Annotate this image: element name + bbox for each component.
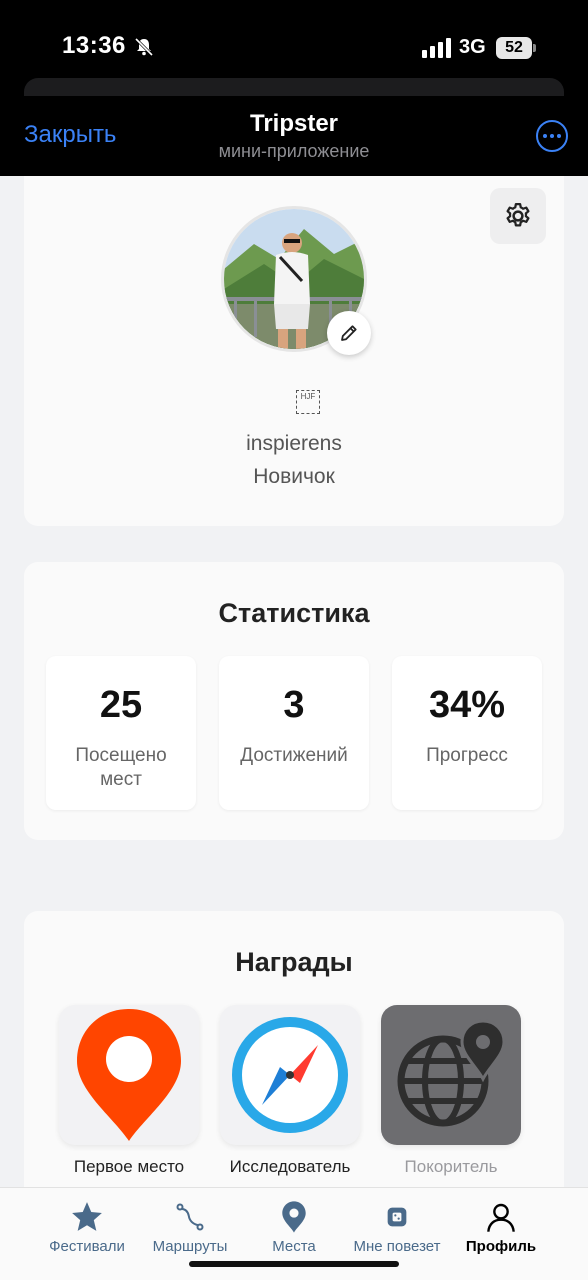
reward-label: Первое место — [73, 1157, 185, 1176]
username: inspierens — [246, 432, 342, 455]
dot-icon — [557, 134, 561, 138]
rewards-card: Награды Первое место Исследователь Покор… — [24, 911, 564, 1211]
mini-app-header: Закрыть Tripster мини-приложение — [0, 96, 588, 176]
app-subtitle: мини-приложение — [218, 141, 370, 161]
pencil-icon — [341, 325, 357, 341]
tab-label: Маршруты — [152, 1238, 228, 1255]
status-bar: 13:36 3G 52 — [0, 0, 588, 96]
app-title: Tripster — [249, 110, 339, 137]
tab-places[interactable]: Места — [235, 1200, 353, 1255]
tab-profile[interactable]: Профиль — [442, 1200, 560, 1255]
signal-icon — [422, 38, 451, 58]
reward-first-place[interactable]: Первое место — [59, 1005, 199, 1177]
more-options-button[interactable] — [536, 120, 568, 152]
reward-label: Покоритель — [404, 1157, 498, 1176]
status-time: 13:36 — [62, 32, 126, 59]
location-icon — [282, 1201, 306, 1233]
tab-label: Фестивали — [49, 1238, 125, 1255]
tab-label: Мне повезет — [353, 1238, 441, 1255]
dot-icon — [543, 134, 547, 138]
globe-pin-icon — [397, 1019, 506, 1127]
reward-label: Исследователь — [229, 1157, 351, 1176]
reward-tile[interactable] — [220, 1005, 360, 1145]
reward-tile[interactable] — [381, 1005, 521, 1145]
tab-label: Профиль — [465, 1238, 537, 1255]
user-icon — [487, 1203, 515, 1232]
dice-icon — [387, 1207, 407, 1227]
rewards-title: Награды — [235, 947, 353, 977]
gear-icon — [506, 203, 530, 227]
statistics-card: Статистика 25 Посещено мест 3 Достижений… — [24, 562, 564, 840]
stat-value: 3 — [283, 684, 305, 726]
star-icon — [72, 1202, 102, 1231]
home-indicator[interactable] — [189, 1261, 399, 1267]
tab-label: Места — [272, 1238, 316, 1255]
reward-conqueror[interactable]: Покоритель — [381, 1005, 521, 1177]
stat-visited-places: 25 Посещено мест — [46, 656, 196, 810]
edit-avatar-button[interactable] — [327, 311, 371, 355]
stat-value: 34% — [428, 684, 506, 726]
tab-feeling-lucky[interactable]: Мне повезет — [338, 1200, 456, 1255]
compass-icon — [232, 1017, 348, 1133]
stat-label: Посещено мест — [75, 745, 167, 790]
battery-tip — [533, 44, 536, 52]
route-icon — [176, 1203, 204, 1231]
map-pin-icon — [77, 1009, 181, 1141]
stat-label: Прогресс — [426, 745, 508, 766]
network-type: 3G — [459, 36, 486, 58]
profile-card: HJF inspierens Новичок — [24, 176, 564, 526]
bell-muted-icon — [134, 37, 154, 57]
settings-button[interactable] — [490, 188, 546, 244]
statistics-title: Статистика — [218, 598, 370, 628]
battery-indicator: 52 — [496, 37, 532, 59]
missing-glyph-icon: HJF — [296, 390, 320, 414]
reward-tile[interactable] — [59, 1005, 199, 1145]
sheet-handle-area — [24, 78, 564, 96]
stat-label: Достижений — [240, 745, 348, 766]
reward-explorer[interactable]: Исследователь — [220, 1005, 360, 1177]
user-level: Новичок — [253, 465, 335, 488]
dot-icon — [550, 134, 554, 138]
stat-value: 25 — [99, 684, 143, 726]
tab-routes[interactable]: Маршруты — [131, 1200, 249, 1255]
tab-festivals[interactable]: Фестивали — [28, 1200, 146, 1255]
stat-achievements: 3 Достижений — [219, 656, 369, 810]
stat-progress: 34% Прогресс — [392, 656, 542, 810]
